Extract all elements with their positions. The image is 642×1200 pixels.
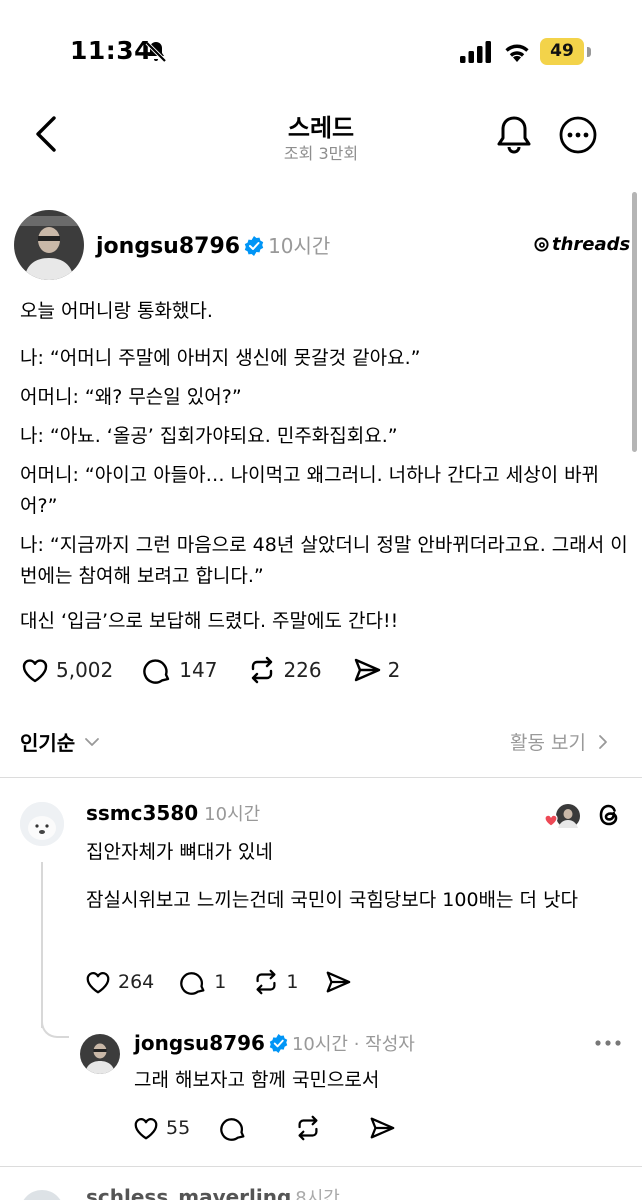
post-author[interactable]: jongsu8796 10시간 bbox=[96, 230, 330, 259]
post-line: 어머니: “아이고 아들아… 나이먹고 왜그러니. 너하나 간다고 세상이 바뀌… bbox=[20, 464, 600, 517]
chevron-right-icon bbox=[599, 734, 607, 749]
verified-badge-icon bbox=[269, 1034, 288, 1053]
share-count: 2 bbox=[387, 658, 401, 682]
thread-curve bbox=[41, 1010, 69, 1038]
threads-logo-icon[interactable] bbox=[594, 800, 624, 830]
battery-tip bbox=[587, 47, 591, 57]
repost-button[interactable]: 1 bbox=[252, 968, 298, 996]
like-button[interactable]: 264 bbox=[84, 968, 154, 996]
heart-icon bbox=[22, 659, 48, 683]
repost-button[interactable] bbox=[294, 1114, 328, 1142]
view-activity-label: 활동 보기 bbox=[510, 732, 586, 754]
post-line: 어머니: “왜? 무슨일 있어?” bbox=[20, 386, 242, 408]
like-count: 55 bbox=[166, 1117, 191, 1139]
heart-icon bbox=[86, 972, 110, 994]
repost-icon bbox=[256, 969, 276, 995]
threads-brand[interactable]: threads bbox=[534, 234, 630, 255]
avatar[interactable] bbox=[80, 1034, 120, 1074]
comment-text: 집안자체가 뼈대가 있네 bbox=[86, 841, 273, 863]
threads-brand-label: threads bbox=[552, 234, 631, 255]
reply-meta: 10시간 · 작성자 bbox=[291, 1034, 415, 1055]
comment-username[interactable]: ssmc3580 bbox=[86, 801, 198, 825]
send-icon bbox=[354, 658, 380, 682]
divider bbox=[0, 1166, 642, 1167]
comment-time: 10시간 bbox=[204, 804, 261, 825]
post-line: 나: “아뇨. ‘올공’ 집회가야되요. 민주화집회요.” bbox=[20, 425, 398, 447]
like-button[interactable]: 5,002 bbox=[20, 655, 113, 685]
post-line: 나: “어머니 주말에 아버지 생신에 못갈것 같아요.” bbox=[20, 347, 421, 369]
comment-icon bbox=[180, 972, 205, 995]
battery-indicator: 49 bbox=[540, 38, 584, 65]
like-button[interactable]: 55 bbox=[132, 1114, 190, 1142]
more-options-icon[interactable] bbox=[558, 115, 598, 155]
status-bar: 11:34 49 bbox=[0, 0, 642, 104]
send-icon bbox=[370, 1117, 395, 1139]
divider bbox=[0, 777, 642, 778]
comment-text: 잠실시위보고 느끼는건데 국민이 국힘당보다 100배는 더 낫다 bbox=[86, 889, 579, 911]
comment-author[interactable]: ssmc3580 10시간 bbox=[86, 800, 260, 826]
post-username[interactable]: jongsu8796 bbox=[96, 234, 240, 259]
wifi-icon bbox=[505, 44, 529, 62]
post-actions: 5,002 147 226 2 bbox=[20, 655, 430, 685]
notification-bell-icon[interactable] bbox=[494, 114, 534, 156]
thread-line bbox=[41, 862, 43, 1028]
scrollbar[interactable] bbox=[632, 192, 637, 452]
author-liked-icon bbox=[544, 804, 580, 828]
avatar[interactable] bbox=[14, 210, 84, 280]
comment-icon bbox=[220, 1118, 245, 1141]
repost-icon bbox=[252, 656, 273, 684]
post-line: 대신 ‘입금’으로 보답해 드렸다. 주말에도 간다!! bbox=[20, 610, 399, 632]
repost-icon bbox=[298, 1115, 318, 1141]
reply-button[interactable]: 147 bbox=[143, 655, 217, 685]
comment-time: 8시간 bbox=[295, 1188, 340, 1200]
threads-logo-icon bbox=[534, 237, 549, 252]
comment-username[interactable]: schless_maverling bbox=[86, 1185, 291, 1200]
share-button[interactable]: 2 bbox=[352, 655, 401, 685]
sort-dropdown[interactable]: 인기순 bbox=[20, 727, 101, 756]
page-title: 스레드 bbox=[287, 114, 355, 142]
like-count: 5,002 bbox=[56, 658, 114, 682]
repost-count: 226 bbox=[283, 658, 322, 682]
reply-username[interactable]: jongsu8796 bbox=[134, 1031, 265, 1055]
cellular-signal-icon bbox=[460, 41, 491, 63]
avatar[interactable] bbox=[20, 1190, 64, 1200]
sort-label: 인기순 bbox=[20, 731, 76, 755]
post-line: 오늘 어머니랑 통화했다. bbox=[20, 300, 213, 322]
comment-author[interactable]: schless_maverling 8시간 bbox=[86, 1184, 340, 1200]
comment-icon bbox=[143, 659, 170, 684]
status-time: 11:34 bbox=[70, 36, 153, 65]
view-activity-link[interactable]: 활동 보기 bbox=[510, 728, 610, 755]
view-count: 조회 3만회 bbox=[283, 144, 359, 163]
reply-count: 1 bbox=[214, 971, 227, 993]
battery-level: 49 bbox=[550, 41, 574, 61]
comment-actions: 264 1 1 bbox=[84, 968, 388, 996]
reply-text: 그래 해보자고 함께 국민으로서 bbox=[134, 1069, 380, 1091]
bell-muted-icon bbox=[145, 41, 167, 63]
avatar[interactable] bbox=[20, 802, 64, 846]
reply-author[interactable]: jongsu8796 10시간 · 작성자 bbox=[134, 1030, 415, 1056]
verified-badge-icon bbox=[244, 236, 264, 256]
like-count: 264 bbox=[118, 971, 155, 993]
post-line: 나: “지금까지 그런 마음으로 48년 살았더니 정말 안바뀌더라고요. 그래… bbox=[20, 534, 628, 587]
more-options-icon[interactable] bbox=[594, 1038, 622, 1048]
post-time: 10시간 bbox=[268, 234, 331, 258]
reply-actions: 55 bbox=[132, 1114, 432, 1142]
chevron-down-icon bbox=[85, 737, 100, 746]
post-body: 오늘 어머니랑 통화했다. 나: “어머니 주말에 아버지 생신에 못갈것 같아… bbox=[20, 296, 632, 647]
share-button[interactable] bbox=[368, 1114, 402, 1142]
share-button[interactable] bbox=[324, 968, 358, 996]
reply-button[interactable]: 1 bbox=[180, 968, 226, 996]
repost-button[interactable]: 226 bbox=[247, 655, 322, 685]
heart-icon bbox=[134, 1118, 158, 1140]
repost-count: 1 bbox=[286, 971, 299, 993]
send-icon bbox=[327, 971, 351, 993]
reply-button[interactable] bbox=[220, 1114, 254, 1142]
reply-count: 147 bbox=[179, 658, 218, 682]
